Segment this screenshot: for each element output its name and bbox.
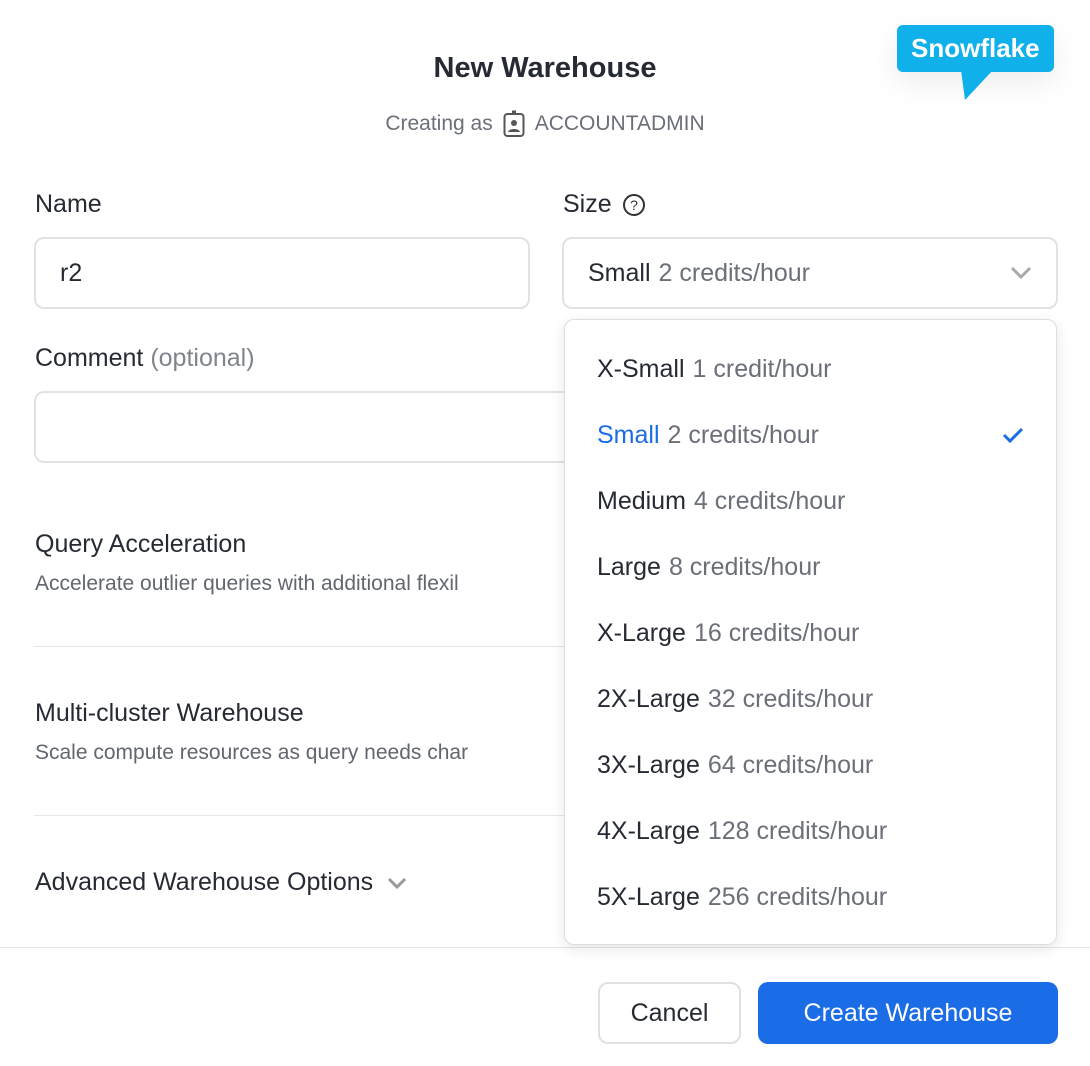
size-option-name: 2X-Large [597, 684, 700, 713]
size-label-group: Size ? [563, 190, 646, 219]
size-option-credits: 256 credits/hour [707, 882, 888, 911]
query-acceleration-desc: Accelerate outlier queries with addition… [35, 572, 459, 595]
size-option-credits: 64 credits/hour [707, 750, 874, 779]
multi-cluster-title: Multi-cluster Warehouse [35, 699, 304, 727]
size-option-credits: 128 credits/hour [707, 816, 888, 845]
size-option[interactable]: 5X-Large 256 credits/hour [597, 877, 1024, 917]
size-option-name: Medium [597, 486, 686, 515]
chevron-down-icon [1010, 266, 1032, 280]
size-option-name: X-Small [597, 354, 685, 383]
footer-divider [0, 947, 1090, 948]
chevron-down-icon [388, 877, 407, 889]
size-option-credits: 2 credits/hour [667, 420, 819, 449]
advanced-options-label: Advanced Warehouse Options [35, 868, 374, 896]
size-option[interactable]: Medium 4 credits/hour [597, 481, 1024, 521]
size-option-credits: 8 credits/hour [668, 552, 821, 581]
size-option-credits: 32 credits/hour [707, 684, 874, 713]
size-option-name: 5X-Large [597, 882, 700, 911]
query-acceleration-title: Query Acceleration [35, 530, 247, 558]
advanced-options-toggle[interactable]: Advanced Warehouse Options [35, 868, 407, 897]
size-select[interactable]: Small 2 credits/hour [562, 237, 1058, 309]
comment-label-text: Comment [35, 344, 144, 372]
size-option[interactable]: 3X-Large 64 credits/hour [597, 745, 1024, 785]
size-option[interactable]: X-Large 16 credits/hour [597, 613, 1024, 653]
creating-as-label: Creating as [385, 112, 493, 135]
svg-text:?: ? [630, 197, 638, 213]
divider [34, 646, 574, 647]
size-option[interactable]: 2X-Large 32 credits/hour [597, 679, 1024, 719]
help-icon[interactable]: ? [622, 193, 646, 217]
role-name: ACCOUNTADMIN [534, 112, 705, 135]
name-input[interactable]: r2 [34, 237, 530, 309]
snowflake-badge: Snowflake [897, 25, 1054, 100]
size-option-name: 3X-Large [597, 750, 700, 779]
creating-as: Creating as ACCOUNTADMIN [0, 110, 1090, 138]
size-option-credits: 4 credits/hour [693, 486, 846, 515]
check-icon [1002, 427, 1024, 443]
size-option-credits: 16 credits/hour [693, 618, 860, 647]
divider [34, 815, 574, 816]
size-option[interactable]: 4X-Large 128 credits/hour [597, 811, 1024, 851]
comment-label: Comment (optional) [35, 344, 255, 373]
size-label: Size [563, 190, 612, 218]
multi-cluster-desc: Scale compute resources as query needs c… [35, 741, 469, 764]
size-option-name: 4X-Large [597, 816, 700, 845]
size-option[interactable]: X-Small 1 credit/hour [597, 349, 1024, 389]
create-warehouse-button[interactable]: Create Warehouse [758, 982, 1058, 1044]
comment-optional: (optional) [150, 344, 255, 372]
role-badge-icon [503, 110, 525, 137]
size-option-name: Large [597, 552, 661, 581]
name-label: Name [35, 190, 102, 218]
size-option[interactable]: Small 2 credits/hour [597, 415, 1024, 455]
size-option[interactable]: Large 8 credits/hour [597, 547, 1024, 587]
size-option-name: X-Large [597, 618, 686, 647]
size-option-name: Small [597, 420, 660, 449]
size-option-credits: 1 credit/hour [692, 354, 832, 383]
size-selected-name: Small [588, 258, 651, 287]
size-dropdown-menu: X-Small 1 credit/hour Small 2 credits/hour M… [564, 319, 1057, 945]
comment-input[interactable] [34, 391, 634, 463]
size-selected-credits: 2 credits/hour [658, 258, 810, 287]
cancel-button[interactable]: Cancel [598, 982, 741, 1044]
name-value: r2 [60, 258, 83, 287]
